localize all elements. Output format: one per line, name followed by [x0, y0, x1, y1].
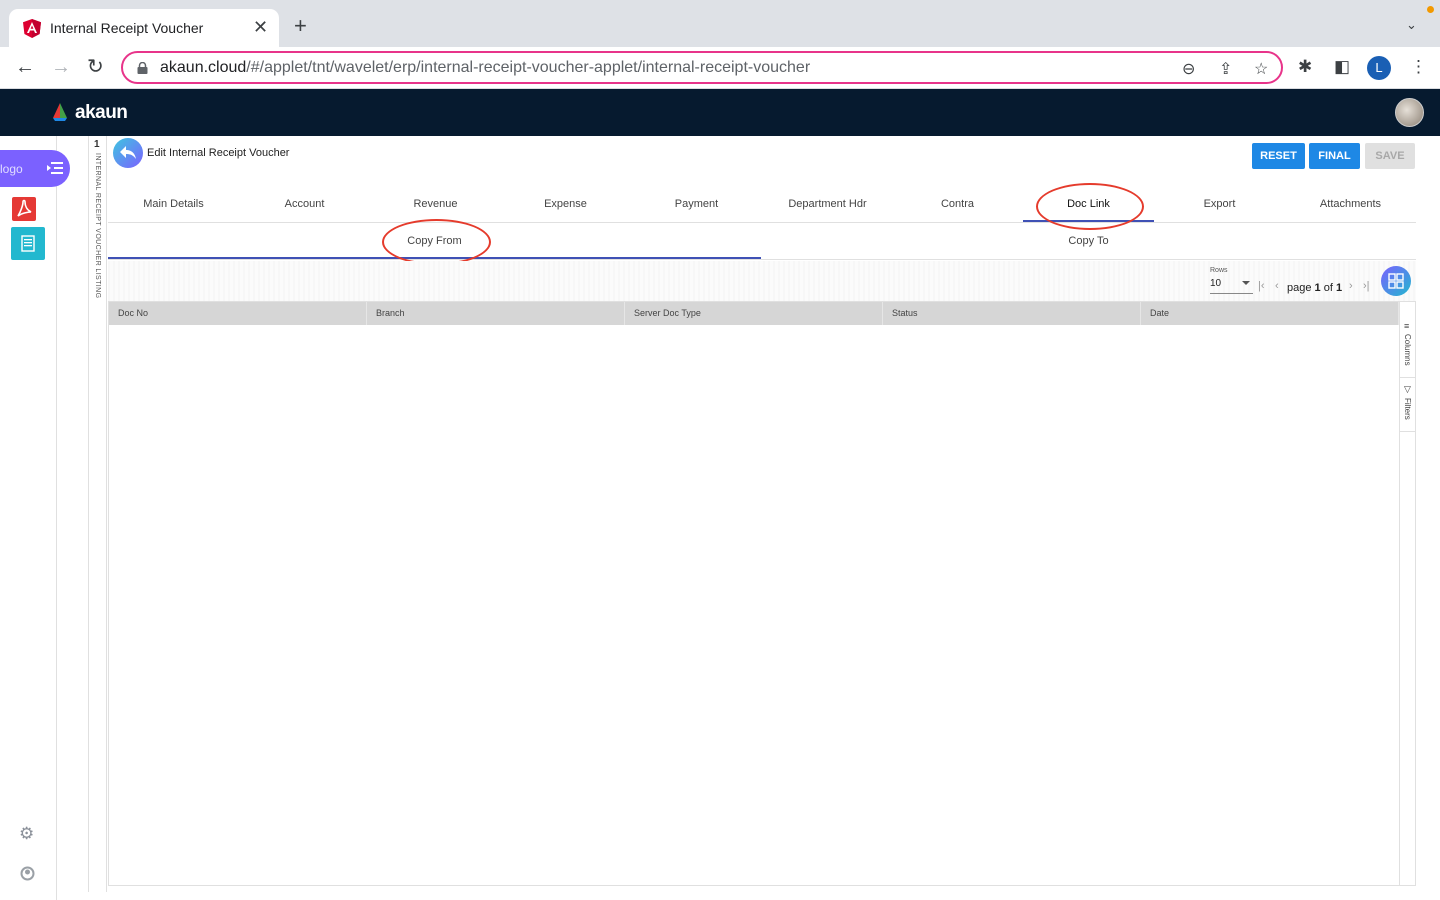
app-header: akaun: [0, 89, 1440, 136]
sidebar-menu-toggle[interactable]: logo: [0, 150, 70, 187]
tab-main-details[interactable]: Main Details: [108, 186, 239, 222]
previous-page-icon[interactable]: ‹: [1275, 280, 1279, 292]
filters-label: Filters: [1403, 398, 1412, 420]
list-glyph-icon: [21, 235, 35, 252]
doc-link-sub-tabs: Copy From Copy To: [108, 223, 1416, 260]
kebab-menu-icon[interactable]: ⋮: [1410, 57, 1427, 77]
tab-close-icon[interactable]: ✕: [253, 17, 268, 37]
side-panel-icon[interactable]: ◧: [1334, 57, 1350, 77]
filter-icon: ▽: [1404, 384, 1411, 394]
column-header-date[interactable]: Date: [1141, 302, 1399, 325]
main-tabs: Main Details Account Revenue Expense Pay…: [108, 186, 1416, 223]
reload-icon[interactable]: ↻: [87, 56, 104, 78]
lock-icon: [137, 62, 148, 74]
brand-name: akaun: [75, 102, 128, 123]
logo-alt-text: logo: [0, 162, 23, 176]
annotation-circle-copy-from: [382, 219, 491, 265]
tab-title: Internal Receipt Voucher: [50, 20, 204, 36]
url-host: akaun.cloud: [160, 59, 247, 76]
url-path: /#/applet/tnt/wavelet/erp/internal-recei…: [246, 59, 811, 76]
browser-tab[interactable]: Internal Receipt Voucher ✕: [9, 9, 279, 47]
menu-indent-icon: [47, 162, 63, 174]
tab-payment[interactable]: Payment: [631, 186, 762, 222]
column-header-status[interactable]: Status: [883, 302, 1141, 325]
page-word: page: [1287, 282, 1312, 294]
notification-dot: [1427, 6, 1434, 13]
url-text: akaun.cloud/#/applet/tnt/wavelet/erp/int…: [160, 59, 810, 77]
of-word: of: [1323, 282, 1333, 294]
tab-revenue[interactable]: Revenue: [370, 186, 501, 222]
browser-toolbar: ← → ↻ akaun.cloud/#/applet/tnt/wavelet/e…: [0, 47, 1440, 89]
adobe-pdf-app-icon[interactable]: [12, 197, 36, 221]
zoom-out-icon[interactable]: ⊖: [1182, 59, 1195, 79]
new-tab-icon[interactable]: +: [294, 15, 307, 37]
angular-favicon-icon: [23, 19, 41, 38]
page-indicator: page 1 of 1: [1287, 282, 1342, 294]
tab-expense[interactable]: Expense: [500, 186, 631, 222]
tab-export[interactable]: Export: [1154, 186, 1285, 222]
document-list-app-icon[interactable]: [11, 227, 45, 260]
columns-panel-button[interactable]: ≡ Columns: [1400, 316, 1416, 378]
pdf-glyph-icon: [17, 199, 32, 217]
app-sidebar: logo ⚙: [0, 136, 70, 900]
tab-attachments[interactable]: Attachments: [1285, 186, 1416, 222]
tab-search-chevron-icon[interactable]: ⌄: [1406, 17, 1417, 33]
forward-arrow-icon[interactable]: →: [51, 56, 71, 78]
current-page: 1: [1314, 282, 1321, 294]
tab-account[interactable]: Account: [239, 186, 370, 222]
gear-icon[interactable]: ⚙: [19, 824, 34, 844]
rows-per-page-select[interactable]: 10: [1210, 278, 1253, 294]
reset-button[interactable]: RESET: [1252, 143, 1305, 169]
column-header-doc-no[interactable]: Doc No: [109, 302, 367, 325]
total-pages: 1: [1335, 282, 1343, 294]
browser-tab-bar: Internal Receipt Voucher ✕ + ⌄: [0, 0, 1440, 47]
grid-tool-panel: ≡ Columns ▽ Filters: [1399, 302, 1416, 885]
tab-department-hdr[interactable]: Department Hdr: [762, 186, 893, 222]
last-page-icon[interactable]: ›|: [1363, 280, 1370, 292]
share-icon[interactable]: ⇪: [1219, 59, 1232, 79]
profile-avatar[interactable]: L: [1367, 56, 1391, 80]
akaun-logo-icon: [53, 103, 67, 121]
caret-down-icon: [1242, 281, 1250, 285]
final-button[interactable]: FINAL: [1309, 143, 1360, 169]
grid-header-row: Doc No Branch Server Doc Type Status Dat…: [109, 302, 1399, 325]
grid-layout-icon: [1388, 273, 1404, 289]
back-arrow-icon[interactable]: ←: [15, 56, 35, 78]
address-bar[interactable]: akaun.cloud/#/applet/tnt/wavelet/erp/int…: [121, 51, 1283, 84]
save-button[interactable]: SAVE: [1365, 143, 1415, 169]
listing-label: INTERNAL RECEIPT VOUCHER LISTING: [94, 153, 101, 299]
extensions-puzzle-icon[interactable]: ✱: [1298, 57, 1312, 77]
grid-pager: Rows 10 |‹ ‹ page 1 of 1 › ›|: [108, 261, 1416, 301]
next-page-icon[interactable]: ›: [1349, 280, 1353, 292]
user-avatar[interactable]: [1395, 98, 1424, 127]
column-header-branch[interactable]: Branch: [367, 302, 625, 325]
column-header-server-doc-type[interactable]: Server Doc Type: [625, 302, 883, 325]
filters-panel-button[interactable]: ▽ Filters: [1400, 380, 1416, 432]
data-grid: Doc No Branch Server Doc Type Status Dat…: [108, 301, 1416, 886]
grid-layout-button[interactable]: [1381, 266, 1411, 296]
back-button[interactable]: [113, 138, 143, 168]
user-icon[interactable]: [19, 865, 36, 882]
rows-label: Rows: [1210, 267, 1228, 274]
annotation-circle-doc-link: [1036, 183, 1144, 230]
listing-collapsed-strip[interactable]: 1 INTERNAL RECEIPT VOUCHER LISTING: [88, 136, 107, 892]
page-title: Edit Internal Receipt Voucher: [147, 147, 290, 159]
rows-value: 10: [1210, 278, 1222, 289]
first-page-icon[interactable]: |‹: [1258, 280, 1265, 292]
bookmark-star-icon[interactable]: ☆: [1254, 59, 1268, 79]
columns-label: Columns: [1403, 334, 1412, 366]
tab-contra[interactable]: Contra: [892, 186, 1023, 222]
listing-count: 1: [94, 139, 100, 150]
reply-arrow-icon: [120, 146, 136, 159]
columns-icon: ≡: [1404, 321, 1410, 331]
